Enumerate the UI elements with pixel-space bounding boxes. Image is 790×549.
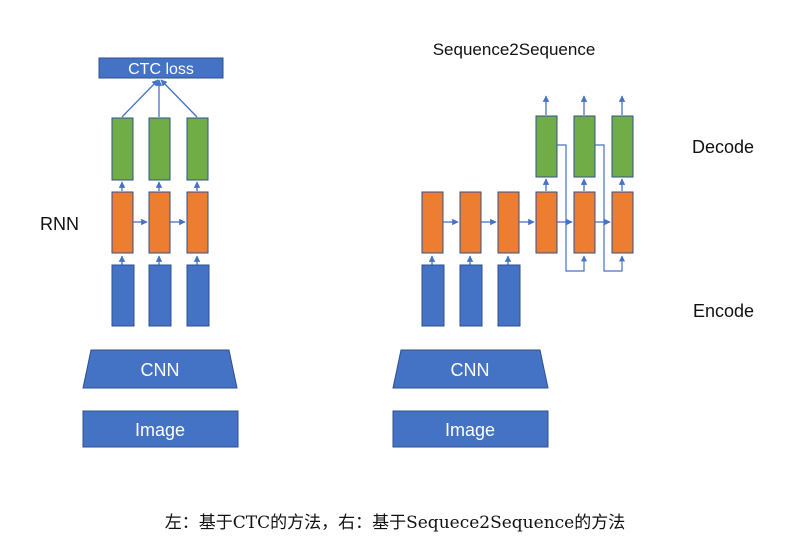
decoder-output-cells <box>535 115 634 178</box>
encoder-input-arrows <box>428 255 512 265</box>
seq2seq-feature-columns <box>421 264 521 327</box>
feature-column <box>459 264 483 327</box>
rnn-label: RNN <box>40 214 79 234</box>
rnn-cell <box>148 191 171 254</box>
figure-caption: 左：基于CTC的方法，右：基于Sequece2Sequence的方法 <box>164 513 626 533</box>
architecture-diagram: CTC loss RNN CNN Image Sequence2Sequence… <box>40 40 754 448</box>
image-label: Image <box>445 420 495 440</box>
cnn-label: CNN <box>451 360 490 380</box>
decoder-output-arrows <box>542 95 626 115</box>
decode-label: Decode <box>692 137 754 157</box>
diagram-canvas: CTC loss RNN CNN Image Sequence2Sequence… <box>0 0 790 549</box>
seq2seq-image-block: Image <box>392 410 549 448</box>
feature-column <box>497 264 521 327</box>
decoder-to-output-arrows <box>542 178 626 191</box>
loss-arrow-1 <box>121 79 159 118</box>
loss-arrows <box>121 79 198 118</box>
feature-column <box>111 264 135 327</box>
rnn-cell <box>111 191 134 254</box>
decoder-cell <box>573 191 596 254</box>
decoder-output-cell <box>573 115 596 178</box>
ctc-rnn-cells <box>111 191 209 254</box>
ctc-loss-box: CTC loss <box>98 57 224 79</box>
feature-to-rnn-arrows <box>118 255 201 265</box>
cnn-label: CNN <box>141 360 180 380</box>
encoder-cell <box>421 191 444 254</box>
feature-column <box>186 264 210 327</box>
output-cell <box>186 117 209 181</box>
ctc-cnn-block: CNN <box>82 349 238 389</box>
decoder-cell <box>535 191 558 254</box>
ctc-loss-label: CTC loss <box>128 61 194 78</box>
encode-label: Encode <box>693 301 754 321</box>
output-cell <box>148 117 171 181</box>
seq2seq-cnn-block: CNN <box>392 349 549 389</box>
ctc-output-cells <box>111 117 209 181</box>
decoder-cell <box>611 191 634 254</box>
ctc-feature-columns <box>111 264 210 327</box>
feature-column <box>421 264 445 327</box>
encoder-cell <box>459 191 482 254</box>
image-label: Image <box>135 420 185 440</box>
decoder-output-cell <box>611 115 634 178</box>
feature-column <box>148 264 172 327</box>
encoder-cell <box>497 191 520 254</box>
ctc-image-block: Image <box>82 410 239 448</box>
decoder-output-cell <box>535 115 558 178</box>
ctc-diagram: CTC loss RNN CNN Image <box>40 57 239 448</box>
output-cell <box>111 117 134 181</box>
loss-arrow-3 <box>160 79 198 118</box>
seq2seq-diagram: Sequence2Sequence Decode Encode CNN Imag… <box>392 40 754 448</box>
rnn-to-output-arrows <box>118 181 201 191</box>
rnn-cell <box>186 191 209 254</box>
seq2seq-title: Sequence2Sequence <box>433 40 596 59</box>
